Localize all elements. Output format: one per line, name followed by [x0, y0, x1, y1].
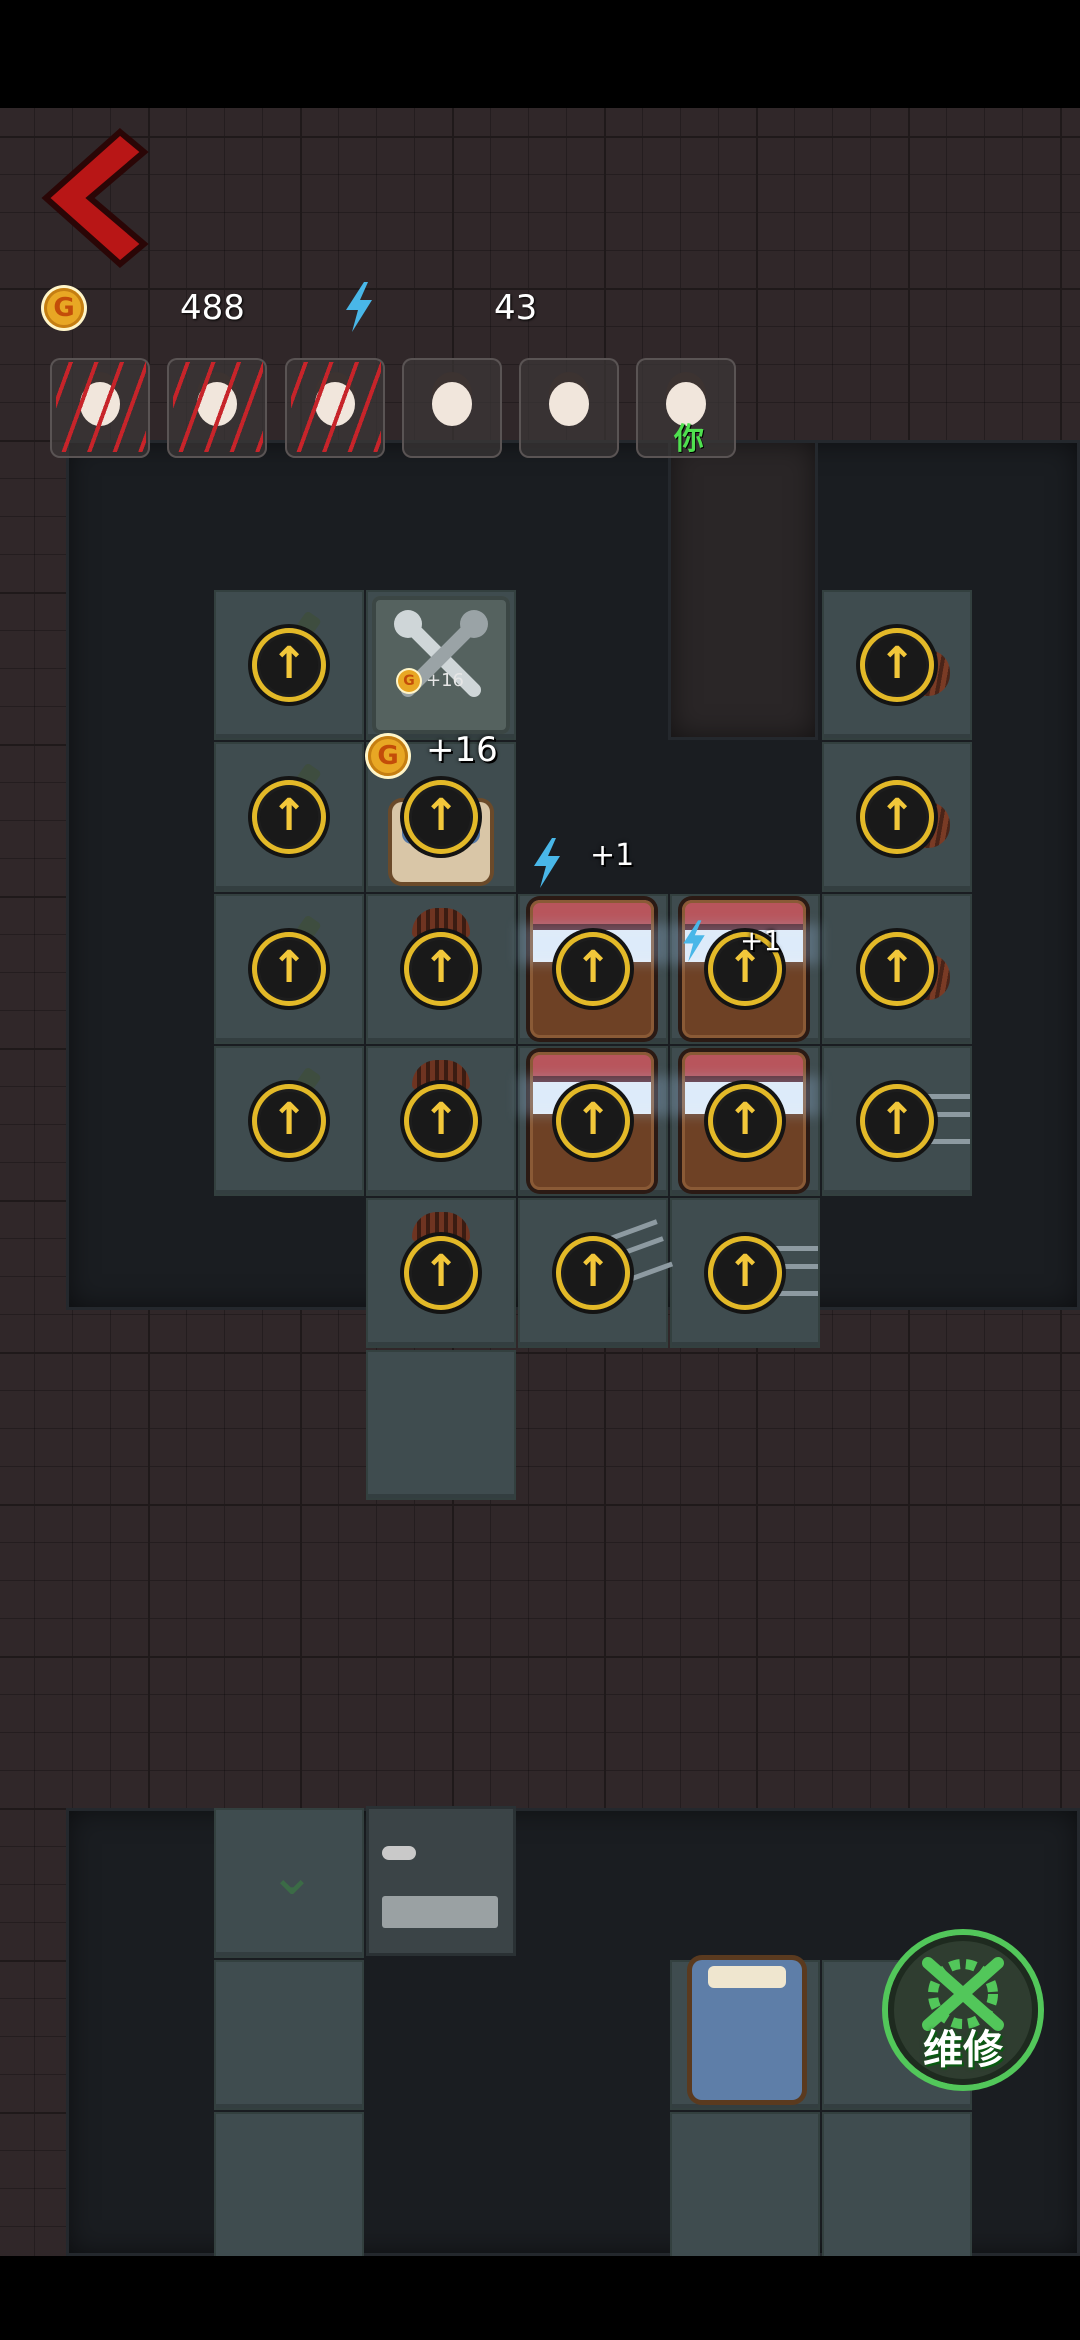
- gold-gain-small: +16: [426, 670, 464, 691]
- claw-scratch-icon: [56, 362, 146, 452]
- energy-generator[interactable]: [670, 1046, 820, 1196]
- upgrade-arrow-icon[interactable]: [556, 1236, 630, 1310]
- fork-turret[interactable]: [670, 1198, 820, 1348]
- broom-turret[interactable]: [366, 1198, 516, 1348]
- bottle-turret[interactable]: [214, 742, 364, 892]
- upgrade-arrow-icon[interactable]: [860, 932, 934, 1006]
- upgrade-arrow-icon[interactable]: [252, 1084, 326, 1158]
- door-plate: [382, 1896, 498, 1928]
- floor-tile: [822, 2112, 972, 2262]
- energy-generator[interactable]: [670, 894, 820, 1044]
- broom-turret[interactable]: [822, 894, 972, 1044]
- gold-count: 488: [180, 288, 245, 328]
- wrench-icon: [394, 610, 488, 697]
- you-tag: 你: [674, 422, 704, 457]
- floor-tile: [670, 2112, 820, 2262]
- player-portrait-1[interactable]: [50, 358, 150, 458]
- upgrade-arrow-icon[interactable]: [556, 932, 630, 1006]
- repair-button[interactable]: 维修: [888, 1935, 1038, 2085]
- upgrade-arrow-icon[interactable]: [404, 780, 478, 854]
- broom-turret[interactable]: [822, 742, 972, 892]
- fork-turret[interactable]: [518, 1198, 674, 1348]
- bottle-turret[interactable]: [214, 590, 364, 740]
- floor-tile: [214, 1960, 364, 2110]
- upgrade-arrow-icon[interactable]: [404, 1236, 478, 1310]
- claw-scratch-icon: [291, 362, 381, 452]
- player-portrait-4[interactable]: [402, 358, 502, 458]
- player-portrait-3[interactable]: [285, 358, 385, 458]
- broom-turret[interactable]: [366, 1046, 516, 1196]
- pillow: [708, 1966, 786, 1988]
- upgrade-arrow-icon[interactable]: [860, 780, 934, 854]
- repair-button-label: 维修: [923, 2027, 1003, 2073]
- upgrade-arrow-icon[interactable]: [860, 1084, 934, 1158]
- gold-coin-icon: G: [398, 670, 420, 692]
- back-arrow-icon[interactable]: [40, 128, 150, 268]
- player-portrait-you[interactable]: 你: [636, 358, 736, 458]
- upgrade-arrow-icon[interactable]: [252, 628, 326, 702]
- fork-turret[interactable]: [822, 1046, 972, 1196]
- upgrade-arrow-icon[interactable]: [252, 780, 326, 854]
- empty-build-slot[interactable]: [366, 1350, 516, 1500]
- upgrade-arrow-icon[interactable]: [708, 1084, 782, 1158]
- upgrade-arrow-icon[interactable]: [252, 932, 326, 1006]
- broom-turret[interactable]: [822, 590, 972, 740]
- gold-gain-popup: +16: [426, 730, 498, 770]
- key-icon: [382, 1846, 416, 1860]
- chevron-down-icon: ⌄: [268, 1843, 316, 1908]
- energy-generator[interactable]: [518, 894, 668, 1044]
- energy-count: 43: [494, 288, 538, 328]
- player-portrait-5[interactable]: [519, 358, 619, 458]
- upgrade-arrow-icon[interactable]: [404, 932, 478, 1006]
- upgrade-arrow-icon[interactable]: [860, 628, 934, 702]
- energy-generator[interactable]: [518, 1046, 668, 1196]
- door[interactable]: [366, 1806, 516, 1956]
- gold-coin-icon: G: [368, 736, 408, 776]
- energy-bolt-icon: [683, 920, 705, 962]
- wall-divider: [668, 440, 818, 740]
- upgrade-arrow-icon[interactable]: [708, 1236, 782, 1310]
- claw-scratch-icon: [173, 362, 263, 452]
- bottle-turret[interactable]: [214, 1046, 364, 1196]
- energy-gain-popup-small: +1: [740, 924, 782, 957]
- upgrade-arrow-icon[interactable]: [404, 1084, 478, 1158]
- floor-tile: [214, 2112, 364, 2262]
- navigation-bar-area: [0, 2256, 1080, 2340]
- bottle-turret[interactable]: [214, 894, 364, 1044]
- player-portrait-2[interactable]: [167, 358, 267, 458]
- energy-gain-popup: +1: [590, 838, 635, 873]
- repair-station[interactable]: G +16: [366, 590, 516, 740]
- status-bar-area: [0, 0, 1080, 108]
- upgrade-arrow-icon[interactable]: [556, 1084, 630, 1158]
- bed[interactable]: [692, 1960, 802, 2100]
- game-screen: G 488 43 你 ⌄ ↑ ↑ ↑ ↑ G +16 ↑ G +16 ↑ ↑ ↑…: [0, 0, 1080, 2340]
- avatar: [549, 382, 589, 426]
- broom-turret[interactable]: [366, 894, 516, 1044]
- gold-coin-icon: G: [44, 288, 84, 328]
- avatar: [432, 382, 472, 426]
- energy-bolt-icon: [534, 838, 560, 888]
- energy-bolt-icon: [346, 282, 372, 332]
